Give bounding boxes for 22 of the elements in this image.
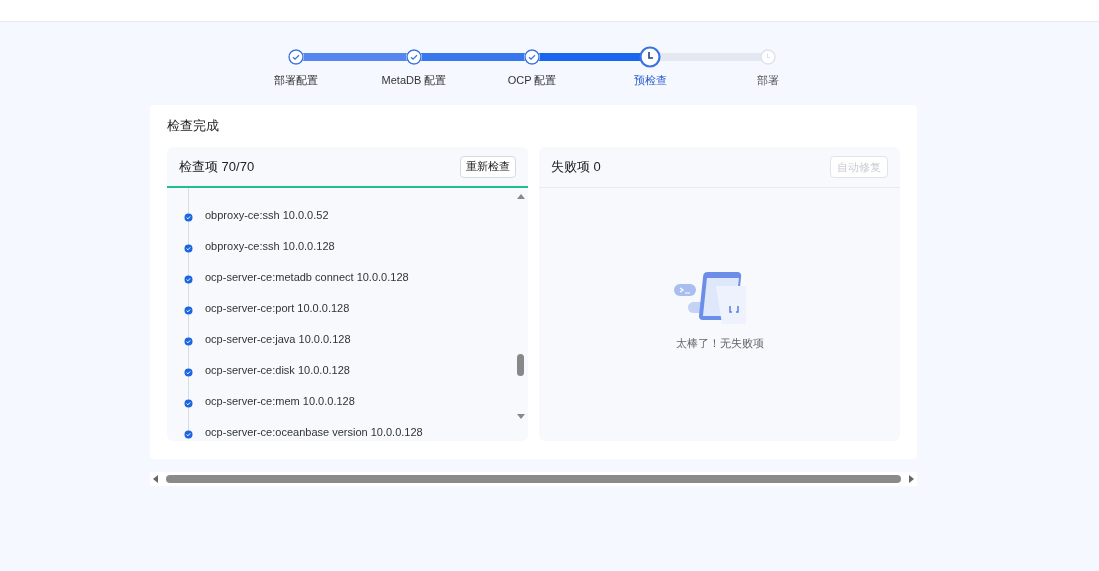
recheck-button[interactable]: 重新检查 (460, 155, 516, 178)
check-item: obproxy-ce:ssh 10.0.0.52 (205, 208, 329, 224)
left-arrow-icon[interactable] (153, 475, 158, 483)
step-label: 预检查 (632, 73, 668, 88)
check-item: ocp-server-ce:mem 10.0.0.128 (205, 394, 355, 410)
check-item: obproxy-ce:ssh 10.0.0.128 (205, 239, 335, 255)
down-arrow-icon[interactable] (517, 414, 525, 419)
right-arrow-icon[interactable] (909, 475, 914, 483)
check-item: ocp-server-ce:port 10.0.0.128 (205, 301, 350, 317)
check-item: ocp-server-ce:metadb connect 10.0.0.128 (205, 270, 409, 286)
step-label: OCP 配置 (506, 73, 558, 88)
check-item: ocp-server-ce:java 10.0.0.128 (205, 332, 351, 348)
up-arrow-icon[interactable] (517, 194, 525, 199)
panel-title: 失败项 0 (551, 158, 601, 177)
empty-message: 太棒了！无失败项 (675, 336, 764, 351)
check-item: ocp-server-ce:disk 10.0.0.128 (205, 363, 350, 379)
step-label: 部署 (756, 73, 780, 88)
panel-title: 检查项 70/70 (179, 157, 255, 176)
step-label: 部署配置 (273, 73, 319, 88)
check-item: ocp-server-ce:oceanbase version 10.0.0.128 (205, 425, 423, 439)
card-title: 检查完成 (167, 117, 220, 135)
step-label: MetaDB 配置 (380, 73, 448, 88)
